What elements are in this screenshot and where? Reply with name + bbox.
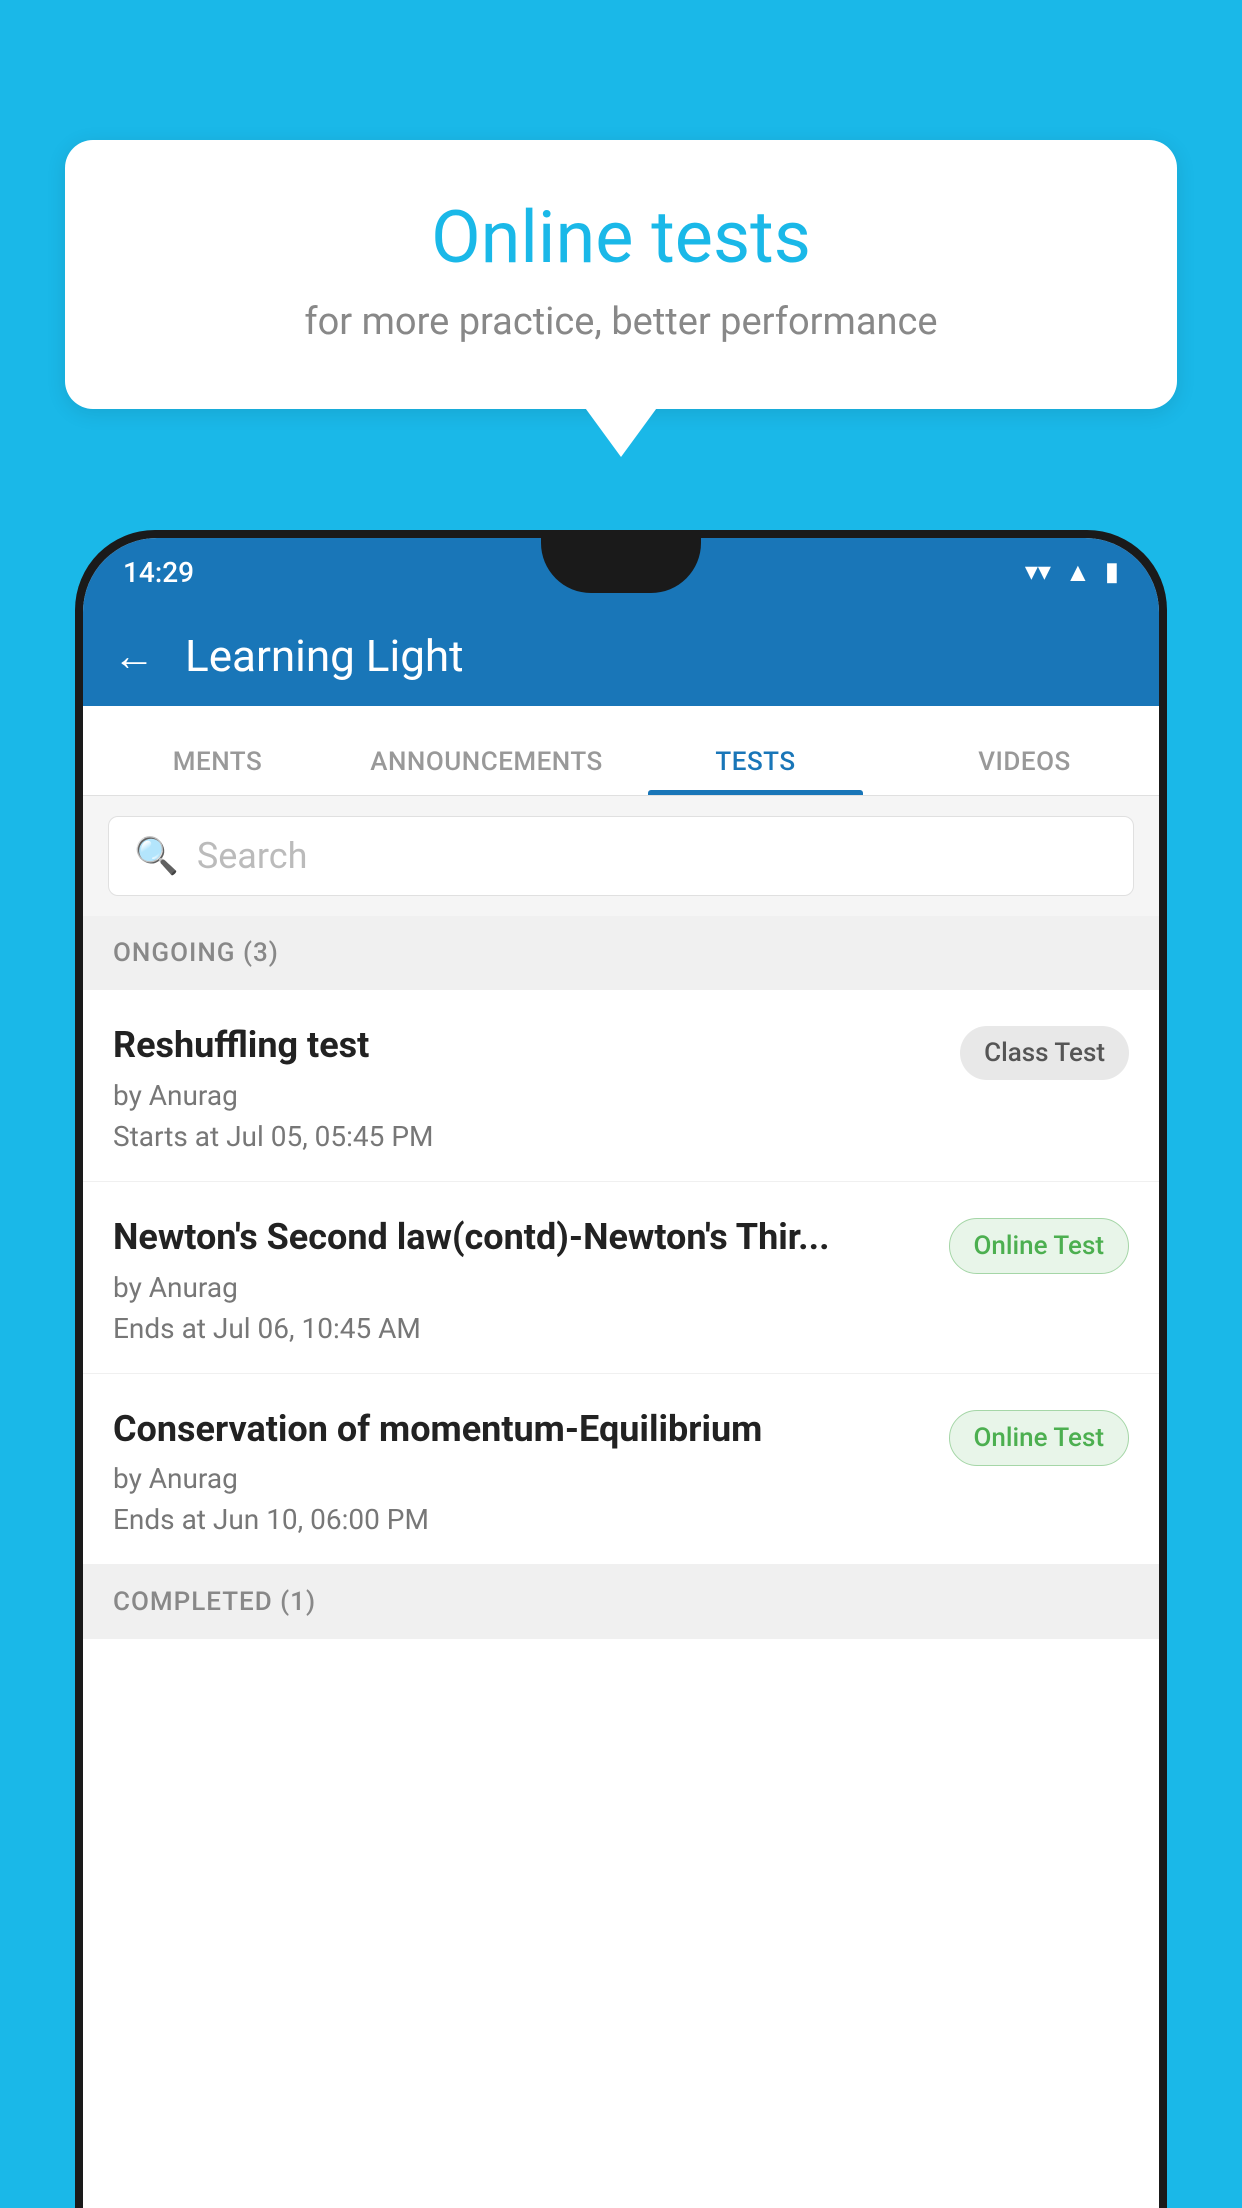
test-author-1: by Anurag — [113, 1079, 940, 1112]
test-title-3: Conservation of momentum-Equilibrium — [113, 1406, 929, 1453]
search-bar[interactable]: 🔍 Search — [108, 816, 1134, 896]
tab-announcements[interactable]: ANNOUNCEMENTS — [352, 747, 621, 795]
bubble-subtitle: for more practice, better performance — [125, 300, 1117, 344]
wifi-icon: ▾▾ — [1025, 557, 1051, 587]
battery-icon: ▮ — [1105, 557, 1119, 587]
test-date-2: Ends at Jul 06, 10:45 AM — [113, 1312, 929, 1345]
status-icons: ▾▾ ▲ ▮ — [1025, 557, 1119, 588]
test-author-3: by Anurag — [113, 1462, 929, 1495]
tab-tests[interactable]: TESTS — [621, 747, 890, 795]
back-arrow-icon[interactable]: ← — [113, 632, 155, 681]
tab-ments[interactable]: MENTS — [83, 747, 352, 795]
test-badge-3: Online Test — [949, 1410, 1130, 1466]
ongoing-section-header: ONGOING (3) — [83, 916, 1159, 990]
completed-section-header: COMPLETED (1) — [83, 1565, 1159, 1639]
test-item-1[interactable]: Reshuffling test by Anurag Starts at Jul… — [83, 990, 1159, 1182]
test-badge-1: Class Test — [960, 1026, 1129, 1080]
status-bar: 14:29 ▾▾ ▲ ▮ — [83, 538, 1159, 606]
tab-bar: MENTS ANNOUNCEMENTS TESTS VIDEOS — [83, 706, 1159, 796]
test-author-2: by Anurag — [113, 1271, 929, 1304]
test-date-3: Ends at Jun 10, 06:00 PM — [113, 1503, 929, 1536]
search-container: 🔍 Search — [83, 796, 1159, 916]
phone-frame: 14:29 ▾▾ ▲ ▮ ← Learning Light MENTS ANNO… — [75, 530, 1167, 2208]
search-placeholder: Search — [197, 835, 308, 877]
test-info-3: Conservation of momentum-Equilibrium by … — [113, 1406, 929, 1537]
tab-videos[interactable]: VIDEOS — [890, 747, 1159, 795]
search-icon: 🔍 — [134, 835, 179, 877]
phone-screen: 14:29 ▾▾ ▲ ▮ ← Learning Light MENTS ANNO… — [83, 538, 1159, 2208]
test-title-2: Newton's Second law(contd)-Newton's Thir… — [113, 1214, 929, 1261]
test-info-1: Reshuffling test by Anurag Starts at Jul… — [113, 1022, 940, 1153]
bubble-title: Online tests — [125, 195, 1117, 280]
status-time: 14:29 — [123, 556, 194, 589]
app-header: ← Learning Light — [83, 606, 1159, 706]
speech-bubble: Online tests for more practice, better p… — [65, 140, 1177, 409]
test-info-2: Newton's Second law(contd)-Newton's Thir… — [113, 1214, 929, 1345]
test-date-1: Starts at Jul 05, 05:45 PM — [113, 1120, 940, 1153]
screen-content: 14:29 ▾▾ ▲ ▮ ← Learning Light MENTS ANNO… — [83, 538, 1159, 2208]
speech-bubble-container: Online tests for more practice, better p… — [65, 140, 1177, 409]
test-item-3[interactable]: Conservation of momentum-Equilibrium by … — [83, 1374, 1159, 1566]
test-item-2[interactable]: Newton's Second law(contd)-Newton's Thir… — [83, 1182, 1159, 1374]
test-list: Reshuffling test by Anurag Starts at Jul… — [83, 990, 1159, 1565]
test-title-1: Reshuffling test — [113, 1022, 940, 1069]
signal-icon: ▲ — [1065, 557, 1091, 588]
test-badge-2: Online Test — [949, 1218, 1130, 1274]
app-title: Learning Light — [185, 630, 464, 682]
